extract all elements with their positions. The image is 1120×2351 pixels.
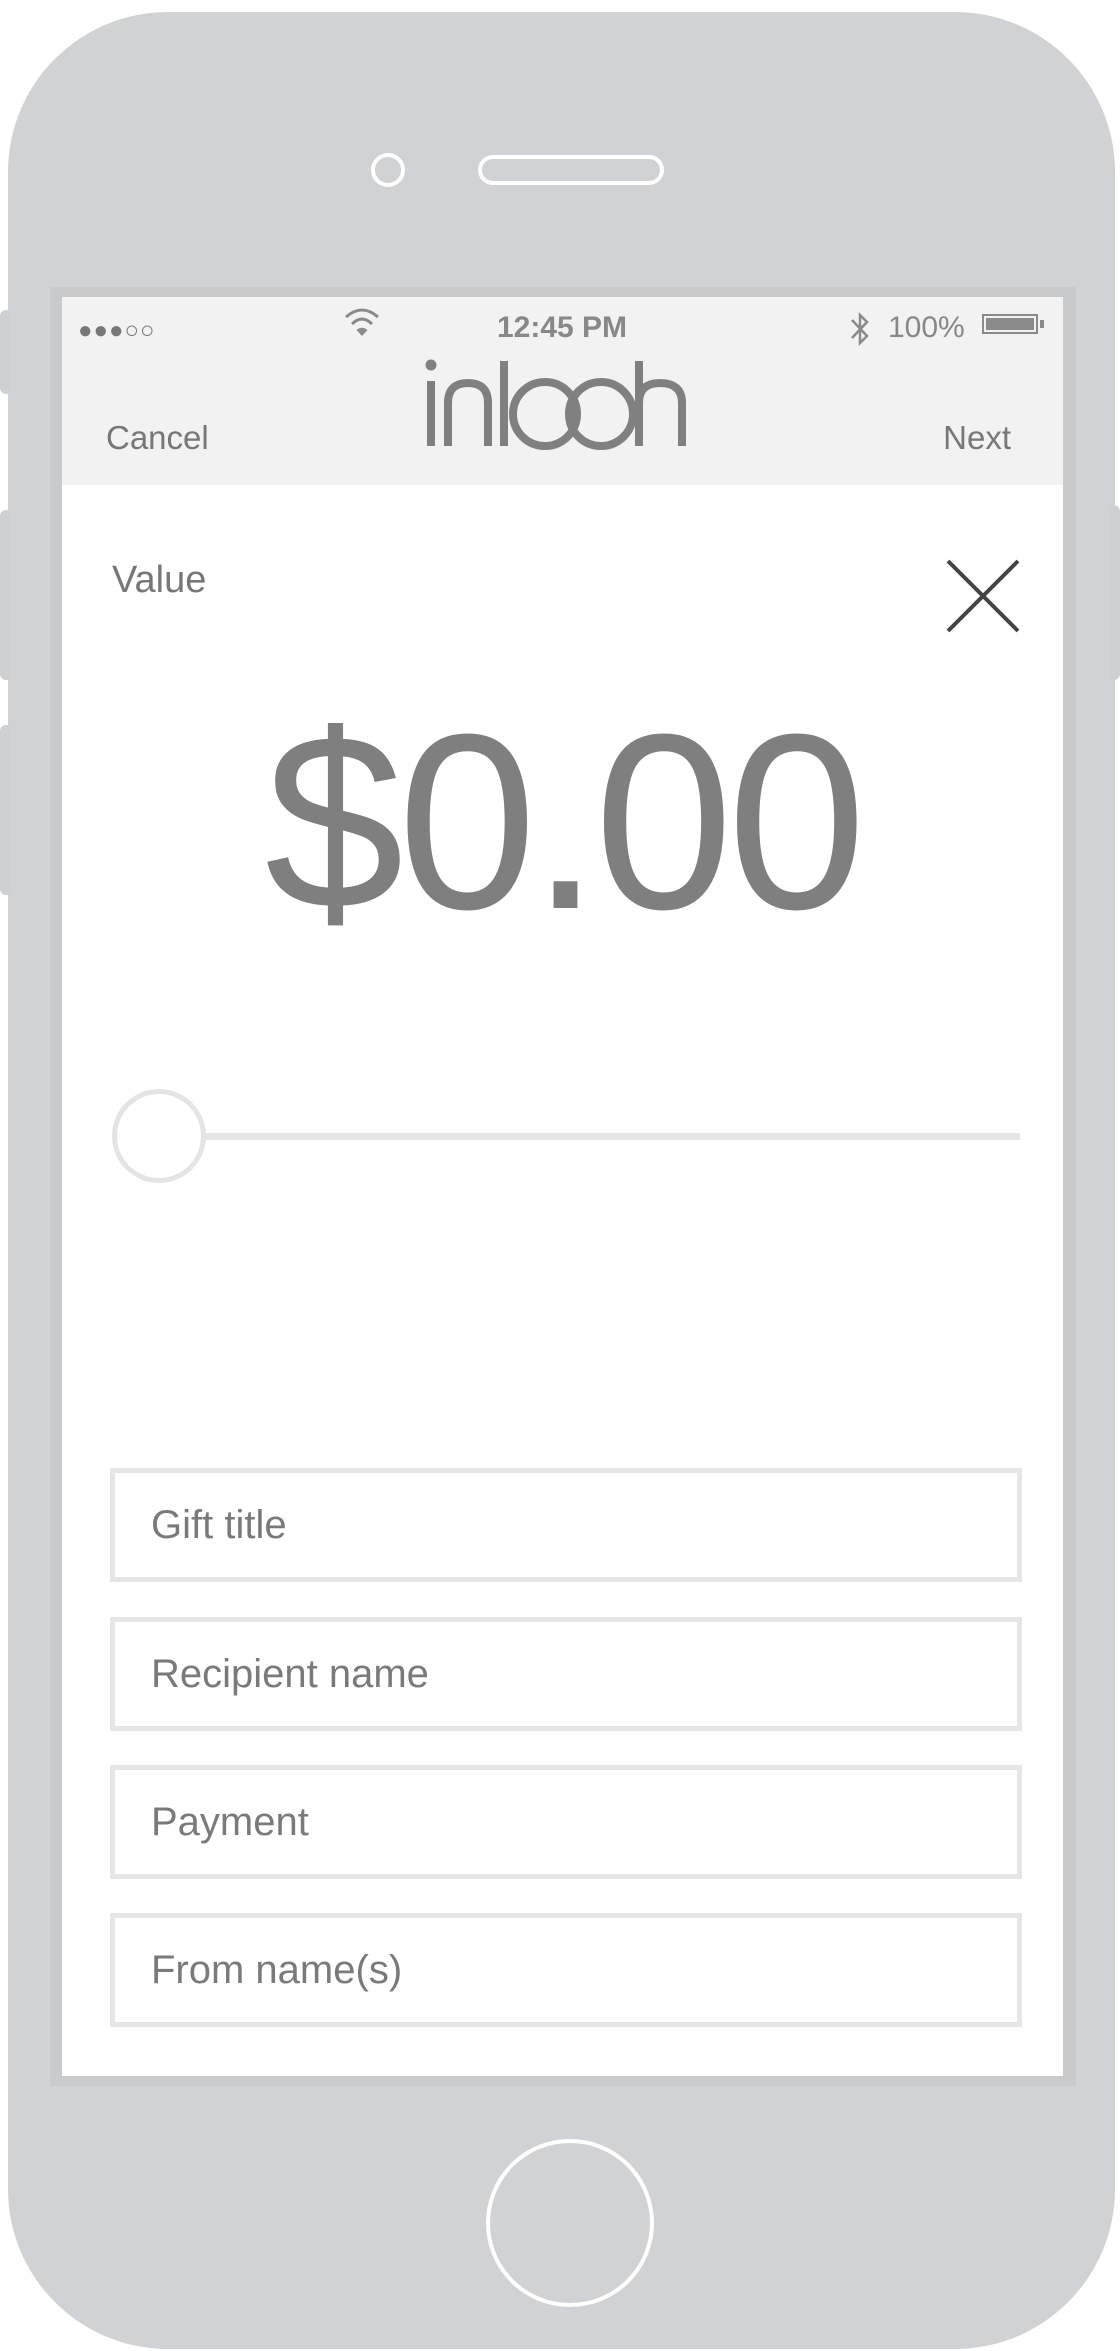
status-time: 12:45 PM [496, 311, 628, 344]
next-button[interactable]: Next [943, 419, 1011, 457]
cancel-button[interactable]: Cancel [106, 419, 209, 457]
payment-input[interactable] [115, 1770, 1017, 1874]
navigation-bar: ●●●○○ 12:45 PM 100% Cancel Next [62, 297, 1063, 485]
battery-percentage: 100% [888, 311, 965, 344]
value-slider-track[interactable] [170, 1133, 1020, 1140]
payment-field[interactable] [110, 1765, 1022, 1879]
mute-switch [0, 310, 10, 394]
volume-down-button [0, 725, 10, 895]
battery-tip [1040, 320, 1044, 328]
gift-title-input[interactable] [115, 1473, 1017, 1577]
recipient-name-input[interactable] [115, 1622, 1017, 1726]
app-screen: ●●●○○ 12:45 PM 100% Cancel Next Value $0… [62, 297, 1063, 2076]
inlooh-logo [425, 359, 686, 450]
value-slider-handle[interactable] [112, 1089, 206, 1183]
value-label: Value [112, 559, 207, 601]
from-names-field[interactable] [110, 1913, 1022, 2027]
volume-up-button [0, 510, 10, 680]
bluetooth-icon [851, 311, 869, 347]
battery-icon [982, 314, 1038, 334]
front-camera [371, 153, 405, 187]
earpiece-speaker [478, 155, 664, 185]
recipient-name-field[interactable] [110, 1617, 1022, 1731]
gift-title-field[interactable] [110, 1468, 1022, 1582]
power-button [1110, 505, 1120, 680]
close-icon[interactable] [944, 557, 1022, 635]
home-button[interactable] [486, 2139, 654, 2307]
gift-amount: $0.00 [264, 682, 867, 961]
from-names-input[interactable] [115, 1918, 1017, 2022]
signal-strength: ●●●○○ [78, 317, 156, 344]
wifi-icon [345, 308, 379, 336]
